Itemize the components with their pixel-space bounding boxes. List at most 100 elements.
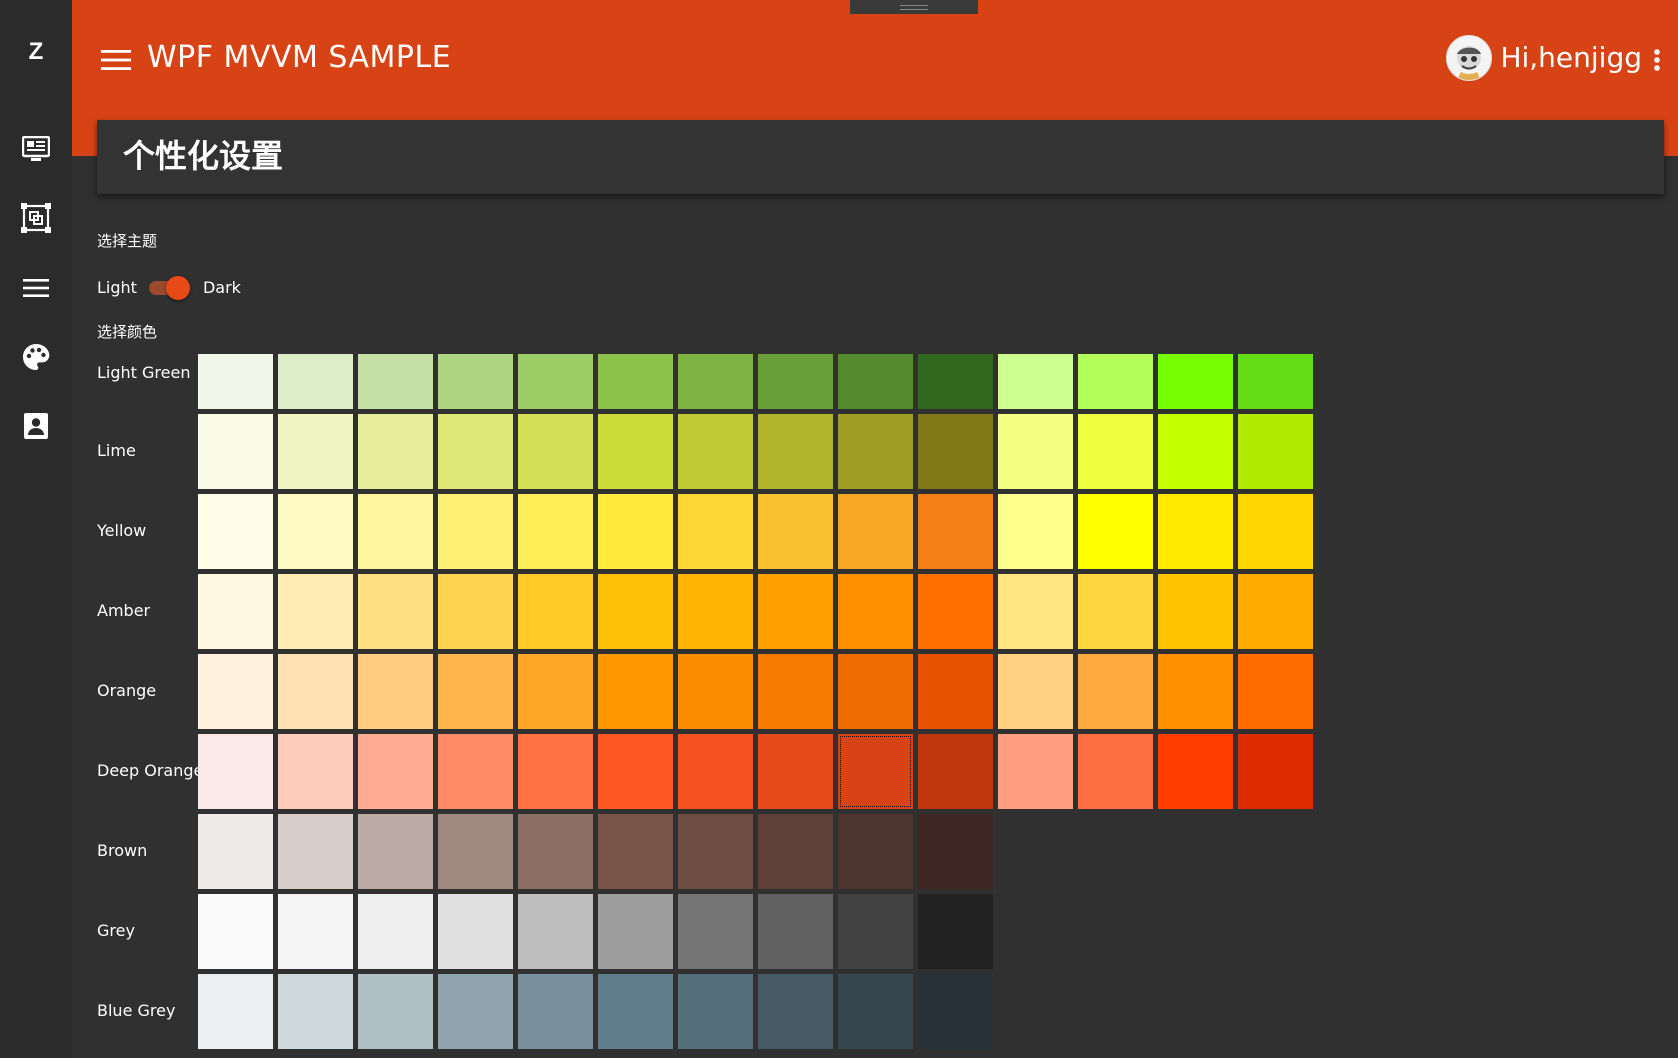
color-swatch[interactable] bbox=[198, 354, 273, 409]
color-swatch[interactable] bbox=[1238, 734, 1313, 809]
color-swatch[interactable] bbox=[198, 654, 273, 729]
color-swatch[interactable] bbox=[438, 354, 513, 409]
color-swatch[interactable] bbox=[598, 354, 673, 409]
color-swatch[interactable] bbox=[918, 494, 993, 569]
color-swatch[interactable] bbox=[758, 354, 833, 409]
color-swatch[interactable] bbox=[1158, 654, 1233, 729]
color-swatch[interactable] bbox=[278, 654, 353, 729]
color-swatch[interactable] bbox=[518, 494, 593, 569]
color-swatch[interactable] bbox=[918, 574, 993, 649]
color-swatch[interactable] bbox=[758, 414, 833, 489]
color-swatch[interactable] bbox=[918, 654, 993, 729]
user-profile[interactable]: Hi,henjigg bbox=[1446, 35, 1642, 81]
color-swatch[interactable] bbox=[1238, 414, 1313, 489]
dashboard-monitor-icon[interactable] bbox=[20, 133, 52, 165]
color-swatch[interactable] bbox=[198, 974, 273, 1049]
color-swatch[interactable] bbox=[1238, 654, 1313, 729]
color-swatch[interactable] bbox=[438, 734, 513, 809]
color-swatch[interactable] bbox=[1158, 494, 1233, 569]
color-swatch[interactable] bbox=[918, 354, 993, 409]
color-swatch[interactable] bbox=[838, 414, 913, 489]
color-swatch[interactable] bbox=[518, 574, 593, 649]
color-swatch[interactable] bbox=[1238, 354, 1313, 409]
color-swatch[interactable] bbox=[838, 814, 913, 889]
color-swatch[interactable] bbox=[1158, 354, 1233, 409]
color-swatch[interactable] bbox=[678, 494, 753, 569]
color-swatch[interactable] bbox=[518, 974, 593, 1049]
color-swatch[interactable] bbox=[518, 734, 593, 809]
color-swatch[interactable] bbox=[278, 494, 353, 569]
color-swatch[interactable] bbox=[758, 734, 833, 809]
color-swatch[interactable] bbox=[598, 494, 673, 569]
more-vert-icon[interactable] bbox=[1646, 44, 1668, 76]
color-swatch[interactable] bbox=[1238, 494, 1313, 569]
color-swatch[interactable] bbox=[278, 894, 353, 969]
color-swatch[interactable] bbox=[1078, 414, 1153, 489]
color-swatch[interactable] bbox=[438, 414, 513, 489]
color-swatch[interactable] bbox=[1078, 574, 1153, 649]
color-swatch[interactable] bbox=[598, 814, 673, 889]
color-swatch[interactable] bbox=[838, 574, 913, 649]
color-swatch[interactable] bbox=[278, 414, 353, 489]
color-swatch[interactable] bbox=[198, 734, 273, 809]
color-swatch[interactable] bbox=[518, 414, 593, 489]
color-swatch[interactable] bbox=[758, 654, 833, 729]
color-swatch[interactable] bbox=[678, 414, 753, 489]
color-swatch[interactable] bbox=[678, 814, 753, 889]
color-swatch[interactable] bbox=[838, 734, 913, 809]
color-swatch[interactable] bbox=[918, 814, 993, 889]
color-swatch[interactable] bbox=[438, 574, 513, 649]
hamburger-menu-icon[interactable] bbox=[100, 44, 132, 76]
color-swatch[interactable] bbox=[758, 574, 833, 649]
color-swatch[interactable] bbox=[678, 734, 753, 809]
color-swatch[interactable] bbox=[838, 354, 913, 409]
color-swatch[interactable] bbox=[998, 574, 1073, 649]
color-swatch[interactable] bbox=[358, 494, 433, 569]
color-swatch[interactable] bbox=[198, 894, 273, 969]
color-swatch[interactable] bbox=[438, 894, 513, 969]
color-swatch[interactable] bbox=[278, 974, 353, 1049]
layers-frame-icon[interactable] bbox=[20, 202, 52, 234]
color-swatch[interactable] bbox=[758, 814, 833, 889]
color-swatch[interactable] bbox=[198, 814, 273, 889]
color-swatch[interactable] bbox=[198, 574, 273, 649]
color-swatch[interactable] bbox=[278, 814, 353, 889]
list-menu-icon[interactable] bbox=[20, 272, 52, 304]
window-drag-handle[interactable] bbox=[850, 0, 978, 14]
color-swatch[interactable] bbox=[1078, 494, 1153, 569]
color-swatch[interactable] bbox=[678, 974, 753, 1049]
color-swatch[interactable] bbox=[598, 574, 673, 649]
color-swatch[interactable] bbox=[838, 654, 913, 729]
color-swatch[interactable] bbox=[598, 734, 673, 809]
color-swatch[interactable] bbox=[758, 894, 833, 969]
color-swatch[interactable] bbox=[1078, 654, 1153, 729]
color-swatch[interactable] bbox=[678, 894, 753, 969]
color-swatch[interactable] bbox=[358, 814, 433, 889]
color-swatch[interactable] bbox=[438, 974, 513, 1049]
color-swatch[interactable] bbox=[918, 974, 993, 1049]
color-swatch[interactable] bbox=[198, 494, 273, 569]
color-swatch[interactable] bbox=[998, 654, 1073, 729]
color-swatch[interactable] bbox=[358, 574, 433, 649]
color-swatch[interactable] bbox=[598, 654, 673, 729]
color-swatch[interactable] bbox=[198, 414, 273, 489]
color-swatch[interactable] bbox=[358, 734, 433, 809]
color-swatch[interactable] bbox=[1078, 354, 1153, 409]
color-swatch[interactable] bbox=[438, 654, 513, 729]
palette-icon[interactable] bbox=[20, 341, 52, 373]
color-swatch[interactable] bbox=[1158, 734, 1233, 809]
color-swatch[interactable] bbox=[518, 894, 593, 969]
color-swatch[interactable] bbox=[358, 354, 433, 409]
color-swatch[interactable] bbox=[1158, 414, 1233, 489]
color-swatch[interactable] bbox=[358, 974, 433, 1049]
color-swatch[interactable] bbox=[278, 354, 353, 409]
color-swatch[interactable] bbox=[598, 894, 673, 969]
color-swatch[interactable] bbox=[518, 814, 593, 889]
color-swatch[interactable] bbox=[438, 494, 513, 569]
color-swatch[interactable] bbox=[358, 654, 433, 729]
color-swatch[interactable] bbox=[598, 974, 673, 1049]
color-swatch[interactable] bbox=[678, 574, 753, 649]
color-swatch[interactable] bbox=[278, 734, 353, 809]
color-swatch[interactable] bbox=[518, 654, 593, 729]
color-swatch[interactable] bbox=[838, 494, 913, 569]
